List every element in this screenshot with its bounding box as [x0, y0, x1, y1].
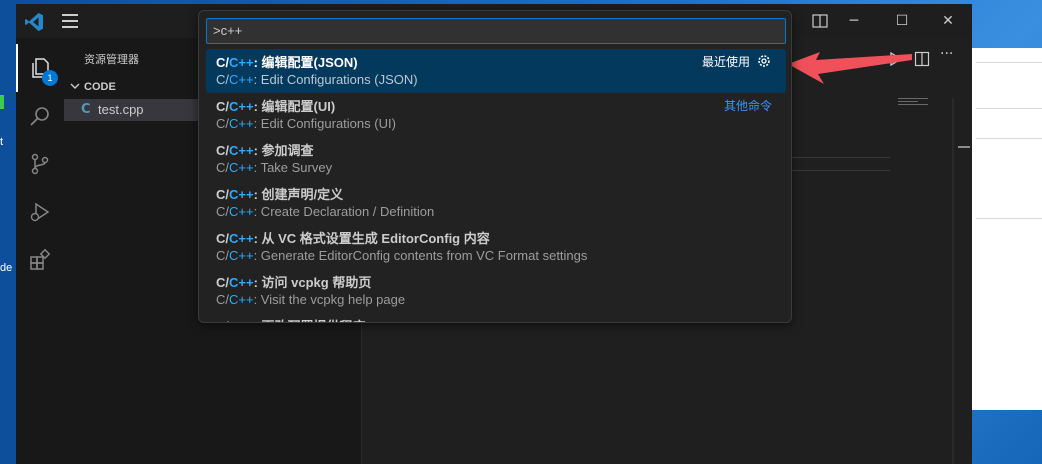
sidebar-title: 资源管理器 — [84, 53, 139, 66]
minimap — [898, 98, 928, 106]
menu-icon[interactable] — [62, 14, 78, 28]
annotation-arrow-icon — [788, 52, 912, 84]
command-palette: >c++ C/C++: 编辑配置(JSON) C/C++: Edit Config… — [198, 10, 792, 323]
desktop-green-marker — [0, 95, 4, 109]
gear-icon[interactable] — [756, 53, 772, 69]
command-description: C/C++: Edit Configurations (UI) — [216, 116, 396, 131]
command-label: C/C++: 创建声明/定义 — [216, 187, 344, 202]
command-description: C/C++: Visit the vcpkg help page — [216, 292, 406, 307]
command-description: C/C++: Edit Configurations (JSON) — [216, 72, 418, 87]
close-button[interactable]: ✕ — [936, 10, 960, 32]
command-palette-input[interactable]: >c++ — [206, 18, 786, 44]
command-item[interactable]: C/C++: 编辑配置(UI) C/C++: Edit Configuration… — [206, 93, 786, 137]
command-list: C/C++: 编辑配置(JSON) C/C++: Edit Configurati… — [206, 49, 786, 322]
activity-bar: 1 — [16, 38, 64, 464]
command-item[interactable]: C/C++: 编辑配置(JSON) C/C++: Edit Configurati… — [206, 49, 786, 93]
explorer-badge: 1 — [42, 70, 58, 86]
search-icon[interactable] — [16, 92, 64, 140]
toggle-panel-icon[interactable] — [812, 14, 828, 28]
command-item[interactable]: C/C++: 更改配置提供程序 — [206, 313, 786, 322]
command-item[interactable]: C/C++: 创建声明/定义 C/C++: Create Declaration … — [206, 181, 786, 225]
command-label: C/C++: 编辑配置(UI) — [216, 99, 336, 114]
minimize-button[interactable]: ─ — [842, 10, 866, 32]
source-control-icon[interactable] — [16, 140, 64, 188]
more-actions-icon[interactable]: ··· — [940, 46, 953, 62]
extensions-icon[interactable] — [16, 236, 64, 284]
recently-used-tag: 最近使用 — [701, 55, 750, 69]
vscode-logo-icon — [25, 13, 43, 31]
file-name: test.cpp — [98, 102, 144, 117]
command-label: C/C++: 参加调查 — [216, 143, 314, 158]
command-label: C/C++: 更改配置提供程序 — [216, 316, 366, 322]
other-commands-tag: 其他命令 — [723, 99, 772, 113]
cpp-file-icon: C — [81, 102, 91, 117]
folder-name: CODE — [84, 81, 116, 93]
command-label: C/C++: 编辑配置(JSON) — [216, 55, 358, 70]
command-item[interactable]: C/C++: 访问 vcpkg 帮助页 C/C++: Visit the vcpk… — [206, 269, 786, 313]
desktop-label-2: de — [0, 262, 13, 274]
command-label: C/C++: 访问 vcpkg 帮助页 — [216, 275, 372, 290]
split-editor-icon[interactable] — [914, 51, 930, 67]
command-description: C/C++: Create Declaration / Definition — [216, 204, 435, 219]
scroll-marker — [958, 146, 970, 148]
maximize-button[interactable]: ☐ — [890, 10, 914, 32]
desktop-left-strip — [0, 0, 16, 464]
command-label: C/C++: 从 VC 格式设置生成 EditorConfig 内容 — [216, 231, 490, 246]
command-item[interactable]: C/C++: 参加调查 C/C++: Take Survey — [206, 137, 786, 181]
command-description: C/C++: Generate EditorConfig contents fr… — [216, 248, 588, 263]
command-description: C/C++: Take Survey — [216, 160, 333, 175]
editor-scrollbar-track — [952, 98, 954, 464]
explorer-icon[interactable]: 1 — [16, 44, 64, 92]
command-item[interactable]: C/C++: 从 VC 格式设置生成 EditorConfig 内容 C/C++:… — [206, 225, 786, 269]
run-debug-icon[interactable] — [16, 188, 64, 236]
desktop-label-1: t — [0, 136, 4, 148]
chevron-down-icon — [70, 81, 80, 94]
